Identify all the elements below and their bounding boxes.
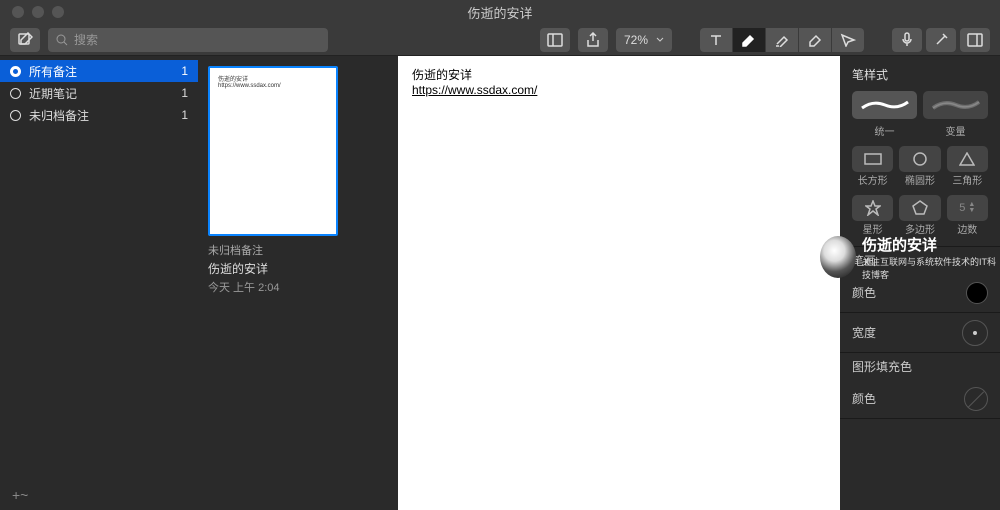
sidebar-item-count: 1	[181, 108, 188, 122]
search-placeholder: 搜索	[74, 31, 98, 48]
sides-label: 边数	[947, 221, 988, 236]
speech-tool[interactable]	[832, 28, 864, 52]
ellipse-label: 椭圆形	[899, 172, 940, 187]
sidebar-item-unfiled[interactable]: 未归档备注 1	[0, 104, 198, 126]
radio-icon	[10, 88, 21, 99]
color-label: 颜色	[852, 284, 966, 301]
fill-none-swatch[interactable]	[964, 387, 988, 411]
fill-color-row[interactable]: 颜色	[840, 379, 1000, 419]
marker-tool[interactable]	[733, 28, 765, 52]
sidebar-list: 所有备注 1 近期笔记 1 未归档备注 1	[0, 56, 198, 480]
sidebar-item-count: 1	[181, 86, 188, 100]
stroke-variable[interactable]	[923, 91, 988, 119]
plus-icon: +~	[12, 487, 28, 503]
shape-triangle[interactable]	[947, 146, 988, 172]
chevron-down-icon	[656, 37, 664, 43]
zoom-value: 72%	[624, 33, 648, 47]
edit-tools	[700, 28, 864, 52]
sidebar: 所有备注 1 近期笔记 1 未归档备注 1 +~	[0, 56, 198, 510]
fill-color-label: 颜色	[852, 390, 964, 407]
star-label: 星形	[852, 221, 893, 236]
mic-button[interactable]	[892, 28, 922, 52]
compose-button[interactable]	[10, 28, 40, 52]
sidebar-item-all[interactable]: 所有备注 1	[0, 60, 198, 82]
minimize-window[interactable]	[32, 6, 44, 18]
stroke-section-header: 笔画	[840, 247, 1000, 273]
editor-link[interactable]: https://www.ssdax.com/	[412, 83, 537, 97]
wand-button[interactable]	[926, 28, 956, 52]
stroke-uniform[interactable]	[852, 91, 917, 119]
triangle-label: 三角形	[947, 172, 988, 187]
editor-line: 伤逝的安详	[412, 66, 826, 83]
color-swatch[interactable]	[966, 282, 988, 304]
stroke-color-row[interactable]: 颜色	[840, 273, 1000, 313]
thumb-line: https://www.ssdax.com/	[218, 83, 328, 89]
traffic-lights	[0, 6, 64, 18]
radio-icon	[10, 66, 21, 77]
highlighter-tool[interactable]	[766, 28, 798, 52]
width-label: 宽度	[852, 324, 962, 341]
note-meta: 未归档备注	[208, 242, 388, 258]
add-collection-button[interactable]: +~	[0, 480, 198, 510]
notes-list: 伤逝的安详 https://www.ssdax.com/ 未归档备注 伤逝的安详…	[198, 56, 398, 510]
share-button[interactable]	[578, 28, 608, 52]
sidebar-item-label: 所有备注	[29, 63, 77, 80]
stroke-variable-label: 变量	[923, 123, 988, 138]
inspector-toggle[interactable]	[960, 28, 990, 52]
sidebar-toggle[interactable]	[540, 28, 570, 52]
pen-style-title: 笔样式	[852, 66, 988, 83]
maximize-window[interactable]	[52, 6, 64, 18]
sidebar-item-label: 近期笔记	[29, 85, 77, 102]
shape-rectangle[interactable]	[852, 146, 893, 172]
window-title: 伤逝的安详	[467, 3, 532, 22]
titlebar: 伤逝的安详	[0, 0, 1000, 24]
inspector: 笔样式 统一 变量 长方形 椭圆形 三角形 5▲▼	[840, 56, 1000, 510]
text-tool[interactable]	[700, 28, 732, 52]
sidebar-item-label: 未归档备注	[29, 107, 89, 124]
note-date: 今天 上午 2:04	[208, 279, 388, 295]
zoom-selector[interactable]: 72%	[616, 28, 672, 52]
note-thumbnail[interactable]: 伤逝的安详 https://www.ssdax.com/	[208, 66, 338, 236]
shape-star[interactable]	[852, 195, 893, 221]
thumb-line: 伤逝的安详	[218, 74, 328, 83]
toolbar: 搜索 72%	[0, 24, 1000, 56]
sidebar-item-count: 1	[181, 64, 188, 78]
fill-section-header: 图形填充色	[840, 353, 1000, 379]
search-input[interactable]: 搜索	[48, 28, 328, 52]
pen-style-section: 笔样式 统一 变量 长方形 椭圆形 三角形 5▲▼	[840, 56, 1000, 247]
sidebar-item-recent[interactable]: 近期笔记 1	[0, 82, 198, 104]
stroke-uniform-label: 统一	[852, 123, 917, 138]
editor[interactable]: 伤逝的安详 https://www.ssdax.com/	[398, 56, 840, 510]
close-window[interactable]	[12, 6, 24, 18]
width-swatch[interactable]	[962, 320, 988, 346]
eraser-tool[interactable]	[799, 28, 831, 52]
shape-ellipse[interactable]	[899, 146, 940, 172]
note-title: 伤逝的安详	[208, 260, 388, 277]
shape-polygon[interactable]	[899, 195, 940, 221]
rect-label: 长方形	[852, 172, 893, 187]
radio-icon	[10, 110, 21, 121]
sides-stepper[interactable]: 5▲▼	[947, 195, 988, 221]
content: 所有备注 1 近期笔记 1 未归档备注 1 +~ 伤逝的安详 https://w…	[0, 56, 1000, 510]
stroke-width-row[interactable]: 宽度	[840, 313, 1000, 353]
polygon-label: 多边形	[899, 221, 940, 236]
